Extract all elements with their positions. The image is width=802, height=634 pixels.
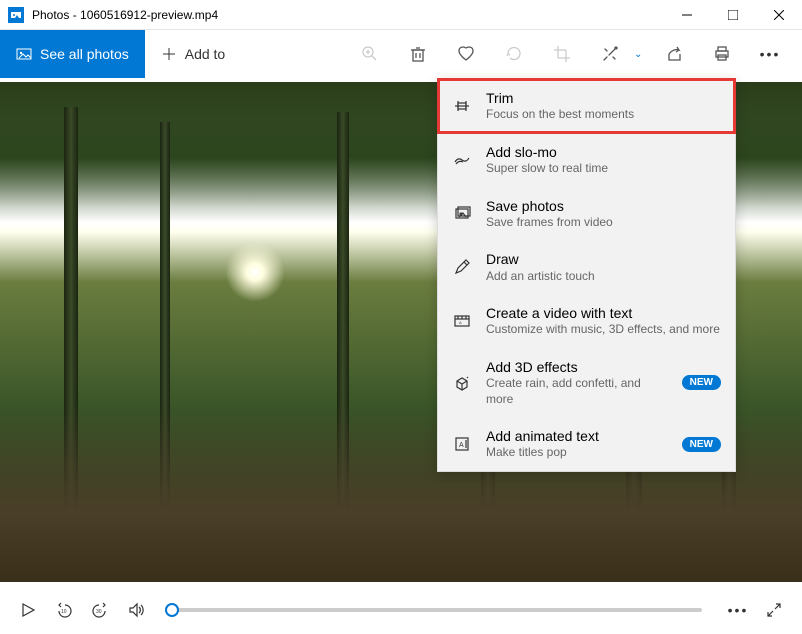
menu-sub: Save frames from video bbox=[486, 215, 721, 231]
menu-title: Add 3D effects bbox=[486, 358, 668, 376]
menu-item-create-video[interactable]: A Create a video with text Customize wit… bbox=[438, 294, 735, 348]
svg-text:A: A bbox=[459, 442, 464, 449]
edit-create-menu: Trim Focus on the best moments Add slo-m… bbox=[437, 78, 736, 472]
slomo-icon bbox=[452, 151, 472, 169]
svg-text:A: A bbox=[459, 320, 462, 325]
menu-item-3d-effects[interactable]: Add 3D effects Create rain, add confetti… bbox=[438, 348, 735, 417]
cube-sparkle-icon bbox=[452, 374, 472, 392]
new-badge: NEW bbox=[682, 375, 721, 390]
menu-item-slomo[interactable]: Add slo-mo Super slow to real time bbox=[438, 133, 735, 187]
minimize-button[interactable] bbox=[664, 0, 710, 30]
menu-item-save-photos[interactable]: Save photos Save frames from video bbox=[438, 187, 735, 241]
menu-sub: Super slow to real time bbox=[486, 161, 721, 177]
zoom-icon[interactable] bbox=[346, 30, 394, 78]
menu-sub: Add an artistic touch bbox=[486, 269, 721, 285]
window-title: Photos - 1060516912-preview.mp4 bbox=[32, 8, 664, 22]
save-photos-icon bbox=[452, 204, 472, 222]
menu-item-trim[interactable]: Trim Focus on the best moments bbox=[438, 79, 735, 133]
playback-more-button[interactable]: ••• bbox=[722, 594, 754, 626]
menu-sub: Make titles pop bbox=[486, 445, 668, 461]
rotate-icon[interactable] bbox=[490, 30, 538, 78]
menu-title: Create a video with text bbox=[486, 304, 721, 322]
window-controls bbox=[664, 0, 802, 30]
menu-item-animated-text[interactable]: A Add animated text Make titles pop NEW bbox=[438, 417, 735, 471]
menu-sub: Focus on the best moments bbox=[486, 107, 721, 123]
volume-button[interactable] bbox=[120, 594, 152, 626]
edit-create-button[interactable]: ⌄ bbox=[586, 30, 650, 78]
video-text-icon: A bbox=[452, 312, 472, 330]
toolbar: See all photos Add to ⌄ ••• bbox=[0, 30, 802, 78]
skip-back-button[interactable]: 10 bbox=[48, 594, 80, 626]
draw-icon bbox=[452, 258, 472, 276]
trim-icon bbox=[452, 97, 472, 115]
video-area: Trim Focus on the best moments Add slo-m… bbox=[0, 78, 802, 586]
title-bar: Photos - 1060516912-preview.mp4 bbox=[0, 0, 802, 30]
menu-sub: Create rain, add confetti, and more bbox=[486, 376, 668, 407]
see-all-label: See all photos bbox=[40, 46, 129, 62]
close-button[interactable] bbox=[756, 0, 802, 30]
new-badge: NEW bbox=[682, 437, 721, 452]
skip-forward-button[interactable]: 30 bbox=[84, 594, 116, 626]
print-icon[interactable] bbox=[698, 30, 746, 78]
delete-icon[interactable] bbox=[394, 30, 442, 78]
plus-icon bbox=[161, 46, 177, 62]
slider-thumb[interactable] bbox=[165, 603, 179, 617]
menu-item-draw[interactable]: Draw Add an artistic touch bbox=[438, 240, 735, 294]
add-to-button[interactable]: Add to bbox=[145, 30, 241, 78]
animated-text-icon: A bbox=[452, 435, 472, 453]
menu-title: Add animated text bbox=[486, 427, 668, 445]
crop-icon[interactable] bbox=[538, 30, 586, 78]
fullscreen-button[interactable] bbox=[758, 594, 790, 626]
menu-title: Draw bbox=[486, 250, 721, 268]
svg-text:30: 30 bbox=[96, 609, 102, 615]
chevron-down-icon: ⌄ bbox=[634, 49, 650, 60]
svg-text:10: 10 bbox=[61, 609, 67, 615]
share-icon[interactable] bbox=[650, 30, 698, 78]
menu-title: Save photos bbox=[486, 197, 721, 215]
more-icon[interactable]: ••• bbox=[746, 30, 794, 78]
menu-sub: Customize with music, 3D effects, and mo… bbox=[486, 322, 721, 338]
add-to-label: Add to bbox=[185, 46, 225, 62]
app-icon bbox=[8, 7, 24, 23]
see-all-photos-button[interactable]: See all photos bbox=[0, 30, 145, 78]
progress-slider[interactable] bbox=[172, 608, 702, 612]
favorite-icon[interactable] bbox=[442, 30, 490, 78]
photos-icon bbox=[16, 46, 32, 62]
menu-title: Trim bbox=[486, 89, 721, 107]
menu-title: Add slo-mo bbox=[486, 143, 721, 161]
play-button[interactable] bbox=[12, 594, 44, 626]
maximize-button[interactable] bbox=[710, 0, 756, 30]
playback-bar: 10 30 ••• bbox=[0, 586, 802, 634]
